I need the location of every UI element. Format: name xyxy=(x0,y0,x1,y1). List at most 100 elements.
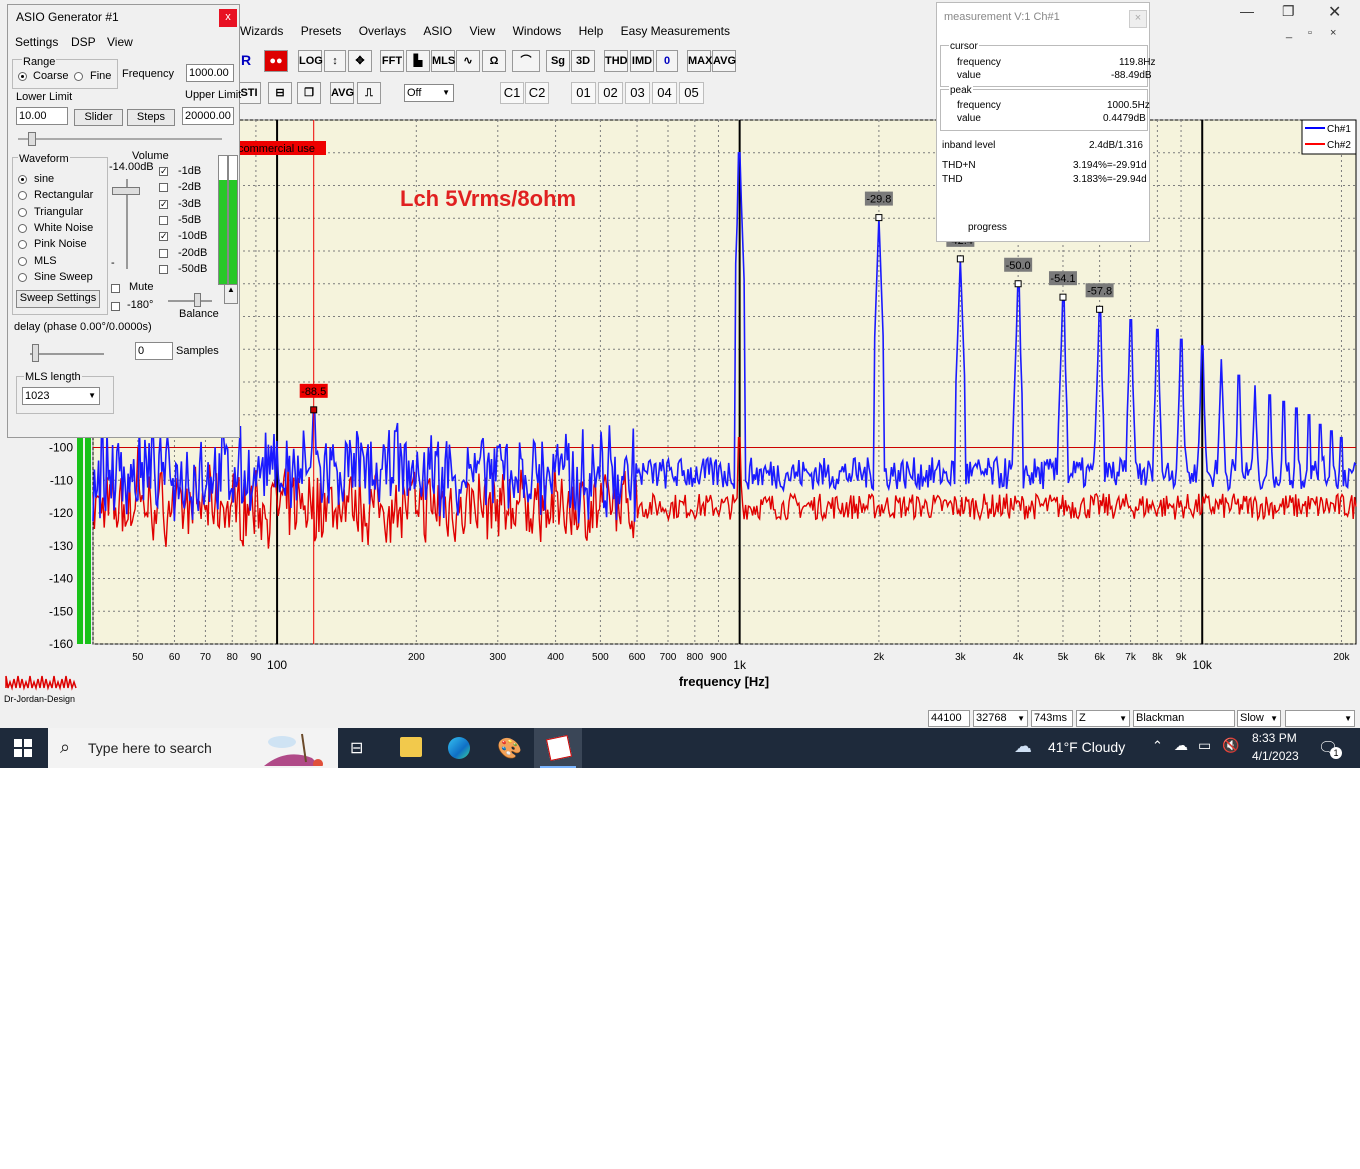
toolbar-button-12[interactable]: THD xyxy=(604,50,628,72)
duration-field[interactable]: 743ms xyxy=(1031,710,1073,727)
toolbar-button-13[interactable]: IMD xyxy=(630,50,654,72)
preset-button-03[interactable]: 03 xyxy=(625,82,650,104)
toolbar-button-15[interactable]: MAX xyxy=(687,50,712,72)
toolbar-button-4[interactable]: FFT xyxy=(380,50,404,72)
zoom-select[interactable]: Z ▼ xyxy=(1076,710,1130,727)
preset-button-02[interactable]: 02 xyxy=(598,82,623,104)
scroll-up-icon[interactable]: ▲ xyxy=(224,284,238,304)
samples-input[interactable]: 0 xyxy=(135,342,173,360)
fine-radio[interactable] xyxy=(74,72,83,81)
coarse-radio[interactable] xyxy=(18,72,27,81)
upper-limit-input[interactable]: 20000.00 xyxy=(182,107,234,125)
cloudy-weather-icon[interactable]: ☁ xyxy=(1014,736,1032,757)
overlay-mode-select[interactable]: Off ▼ xyxy=(404,84,454,102)
extra-select[interactable]: ▼ xyxy=(1285,710,1355,727)
toolbar-button-2[interactable]: ↕ xyxy=(324,50,346,72)
attenuator-checkbox[interactable]: ✓ xyxy=(159,199,168,209)
taskbar-search-box[interactable]: ⌕ Type here to search xyxy=(48,728,338,769)
measurement-close-button[interactable]: × xyxy=(1129,10,1147,28)
steps-button[interactable]: Steps xyxy=(127,109,175,126)
marker-point[interactable] xyxy=(1059,293,1067,301)
mls-length-select[interactable]: 1023 ▼ xyxy=(22,387,100,405)
clock-time[interactable]: 8:33 PM xyxy=(1252,731,1297,745)
network-icon[interactable]: ▭ xyxy=(1198,737,1211,754)
menu-presets[interactable]: Presets xyxy=(301,24,342,38)
gen-menu-dsp[interactable]: DSP xyxy=(71,35,96,49)
gen-menu-settings[interactable]: Settings xyxy=(15,35,58,49)
toolbar-button-14[interactable]: 0 xyxy=(656,50,678,72)
toolbar-button-7[interactable]: ∿ xyxy=(456,50,480,72)
toolbar-button-9[interactable]: ⌒ xyxy=(512,50,540,72)
marker-point[interactable] xyxy=(1014,280,1022,288)
toolbar-button-6[interactable]: MLS xyxy=(431,50,455,72)
attenuator-checkbox[interactable]: ✓ xyxy=(159,167,168,176)
slider-button[interactable]: Slider xyxy=(74,109,123,126)
close-app-button[interactable]: ✕ xyxy=(1328,2,1341,22)
toolbar2-button-4[interactable]: ⎍ xyxy=(357,82,381,104)
onedrive-cloud-icon[interactable]: ☁ xyxy=(1174,737,1188,754)
toolbar-button-8[interactable]: Ω xyxy=(482,50,506,72)
task-view-icon[interactable]: ⊟ xyxy=(350,738,363,758)
lower-limit-input[interactable]: 10.00 xyxy=(16,107,68,125)
generator-close-button[interactable]: x xyxy=(219,9,237,27)
toolbar-button-1[interactable]: LOG xyxy=(298,50,323,72)
waveform-radio-triangular[interactable] xyxy=(18,207,27,217)
sample-rate-field[interactable]: 44100 xyxy=(928,710,970,727)
marker-point[interactable] xyxy=(875,214,883,222)
weather-text[interactable]: 41°F Cloudy xyxy=(1048,739,1125,755)
speed-select[interactable]: Slow ▼ xyxy=(1237,710,1281,727)
frequency-slider-track[interactable] xyxy=(18,138,222,140)
window-type-field[interactable]: Blackman xyxy=(1133,710,1235,727)
waveform-radio-sine[interactable] xyxy=(18,175,27,184)
delay-slider-thumb[interactable] xyxy=(32,344,39,362)
fft-size-select[interactable]: 32768 ▼ xyxy=(973,710,1028,727)
sweep-settings-button[interactable]: Sweep Settings xyxy=(16,290,100,308)
attenuator-checkbox[interactable]: ✓ xyxy=(159,232,168,242)
phase-180-checkbox[interactable] xyxy=(111,302,120,311)
preset-button-01[interactable]: 01 xyxy=(571,82,596,104)
clock-date[interactable]: 4/1/2023 xyxy=(1252,749,1299,763)
toolbar2-button-3[interactable]: AVG xyxy=(330,82,354,104)
minimize-button[interactable]: — xyxy=(1240,3,1254,19)
sub-close-button[interactable]: × xyxy=(1330,27,1336,39)
menu-windows[interactable]: Windows xyxy=(513,24,562,38)
toolbar-button-11[interactable]: 3D xyxy=(571,50,595,72)
channel-button-c1[interactable]: C1 xyxy=(500,82,524,104)
windows-start-icon[interactable] xyxy=(14,739,32,757)
toolbar2-button-2[interactable]: ❐ xyxy=(297,82,321,104)
volume-muted-icon[interactable]: 🔇 xyxy=(1222,737,1239,754)
marker-point[interactable] xyxy=(310,406,318,414)
toolbar2-button-1[interactable]: ⊟ xyxy=(268,82,292,104)
toolbar-button-5[interactable]: ▙ xyxy=(406,50,430,72)
toolbar-button-3[interactable]: ✥ xyxy=(348,50,372,72)
menu-wizards[interactable]: Wizards xyxy=(240,24,283,38)
paint-app-icon[interactable]: 🎨 xyxy=(497,736,522,761)
sub-restore-button[interactable]: ▫ xyxy=(1308,27,1312,39)
toolbar-button-10[interactable]: Sg xyxy=(546,50,570,72)
sub-minimize-button[interactable]: _ xyxy=(1286,27,1292,39)
attenuator-checkbox[interactable] xyxy=(159,248,168,258)
maximize-button[interactable]: ❐ xyxy=(1282,3,1295,20)
volume-slider-thumb[interactable] xyxy=(112,187,140,195)
attenuator-checkbox[interactable] xyxy=(159,215,168,225)
attenuator-checkbox[interactable] xyxy=(159,183,168,193)
channel-button-c2[interactable]: C2 xyxy=(525,82,549,104)
marker-point[interactable] xyxy=(956,255,964,263)
edge-browser-icon[interactable] xyxy=(448,737,470,759)
file-explorer-icon[interactable] xyxy=(400,737,422,757)
mute-checkbox[interactable] xyxy=(111,284,120,293)
menu-view[interactable]: View xyxy=(469,24,495,38)
frequency-input[interactable]: 1000.00 xyxy=(186,64,234,82)
waveform-radio-mls[interactable] xyxy=(18,256,27,266)
preset-button-05[interactable]: 05 xyxy=(679,82,704,104)
record-icon[interactable]: ●● xyxy=(264,50,288,72)
waveform-radio-sine-sweep[interactable] xyxy=(18,272,27,282)
chevron-up-icon[interactable]: ⌃ xyxy=(1152,738,1163,754)
menu-asio[interactable]: ASIO xyxy=(423,24,452,38)
menu-easy-measurements[interactable]: Easy Measurements xyxy=(621,24,730,38)
waveform-radio-white-noise[interactable] xyxy=(18,223,27,233)
delay-slider-track[interactable] xyxy=(30,353,104,355)
menu-help[interactable]: Help xyxy=(579,24,604,38)
gen-menu-view[interactable]: View xyxy=(107,35,133,49)
preset-button-04[interactable]: 04 xyxy=(652,82,677,104)
